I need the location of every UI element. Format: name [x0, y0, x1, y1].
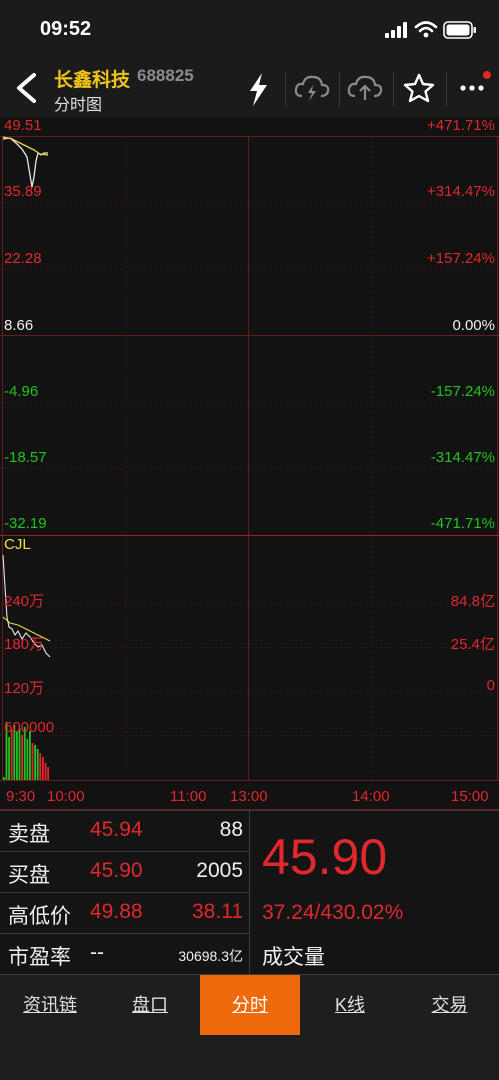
tab-trade[interactable]: 交易 [400, 975, 499, 1035]
volume-bar [3, 777, 5, 780]
volume-title: CJL [4, 536, 31, 553]
volume-right-label: 84.8亿 [450, 593, 495, 610]
highlow-label: 高低价 [8, 905, 71, 928]
stock-name[interactable]: 长鑫科技 [54, 65, 130, 92]
divider [339, 72, 340, 106]
volume-bar [31, 743, 34, 780]
volume-bar [42, 757, 44, 780]
volume-bar [16, 732, 18, 780]
volume-label: 成交量 [262, 946, 325, 969]
volume-bar [47, 767, 49, 780]
status-time: 09:52 [40, 18, 92, 40]
price-label: 8.66 [4, 317, 34, 334]
divider [393, 72, 394, 106]
battery-icon [443, 21, 476, 39]
stock-code: 688825 [137, 66, 194, 85]
status-bar: 09:52 [0, 0, 499, 60]
pct-label: +314.47% [427, 183, 495, 200]
price-label: -18.57 [4, 449, 47, 466]
buy-price: 45.90 [90, 859, 143, 882]
chart-canvas [0, 136, 499, 810]
lightning-icon[interactable] [236, 60, 280, 117]
volume-bar [36, 749, 39, 780]
volume-left-label: 180万 [4, 636, 45, 653]
price-label: 22.28 [4, 250, 42, 267]
volume-bar [44, 763, 47, 780]
pct-label: -157.24% [430, 383, 495, 400]
high-price: 49.88 [90, 900, 143, 923]
time-label: 14:00 [352, 788, 390, 805]
sell-label: 卖盘 [8, 823, 50, 846]
volume-left-label: 120万 [4, 680, 45, 697]
sell-price: 45.94 [90, 818, 143, 841]
time-label: 11:00 [170, 788, 207, 805]
tab-intraday[interactable]: 分时 [200, 975, 300, 1035]
volume-bar [34, 745, 36, 780]
cloud-lightning-icon[interactable] [290, 60, 334, 117]
volume-left-label: 600000 [4, 719, 55, 736]
more-dots-icon[interactable] [451, 60, 495, 117]
pct-label: +471.71% [427, 117, 495, 134]
sell-qty: 88 [219, 818, 243, 841]
bottom-tab-bar: 资讯链 盘口 分时 K线 交易 [0, 975, 499, 1080]
time-label: 9:30 [6, 788, 36, 805]
time-label: 15:00 [451, 788, 489, 805]
buy-label: 买盘 [8, 864, 50, 887]
wifi-icon [414, 21, 438, 38]
signal-icon [385, 22, 407, 38]
star-icon[interactable] [397, 60, 441, 117]
divider [446, 72, 447, 106]
price-label: 49.51 [4, 117, 42, 134]
tab-news-chain[interactable]: 资讯链 [0, 975, 100, 1035]
back-chevron-icon[interactable] [12, 70, 42, 106]
price-label: -32.19 [4, 515, 47, 532]
pct-label: -314.47% [430, 449, 495, 466]
volume-right-label: 0 [486, 677, 495, 694]
volume-bar [26, 739, 29, 780]
time-label: 10:00 [47, 788, 85, 805]
time-label: 13:00 [230, 788, 268, 805]
low-price: 38.11 [192, 900, 243, 923]
last-price: 45.90 [262, 829, 388, 885]
volume-bar [21, 735, 23, 780]
quote-grid [0, 810, 499, 975]
volume-bar [8, 737, 10, 780]
volume-left-label: 240万 [4, 593, 45, 610]
price-label: 35.89 [4, 183, 42, 200]
quote-panel: 卖盘 45.94 88 买盘 45.90 2005 高低价 49.88 38.1… [0, 810, 499, 975]
cloud-upload-icon[interactable] [343, 60, 387, 117]
nav-header: 长鑫科技 688825 分时图 [0, 60, 499, 117]
pct-label: +157.24% [427, 250, 495, 267]
view-title: 分时图 [54, 97, 103, 114]
pe-value: -- [90, 941, 104, 964]
buy-qty: 2005 [196, 859, 243, 882]
price-label: -4.96 [4, 383, 39, 400]
pct-label: 0.00% [452, 317, 495, 334]
average-price-line [2, 136, 49, 156]
volume-bar [39, 753, 42, 780]
volume-bar [29, 731, 31, 780]
pct-label: -471.71% [430, 515, 495, 532]
intraday-chart[interactable]: 49.51 35.89 22.28 8.66 -4.96 -18.57 -32.… [0, 117, 499, 810]
market-cap: 30698.3亿 [178, 948, 243, 964]
volume-bar [10, 729, 13, 780]
divider [285, 72, 286, 106]
pe-label: 市盈率 [8, 946, 71, 969]
volume-right-label: 25.4亿 [450, 636, 495, 653]
tab-kline[interactable]: K线 [300, 975, 400, 1035]
price-change: 37.24/430.02% [262, 901, 404, 924]
tab-order-book[interactable]: 盘口 [100, 975, 200, 1035]
